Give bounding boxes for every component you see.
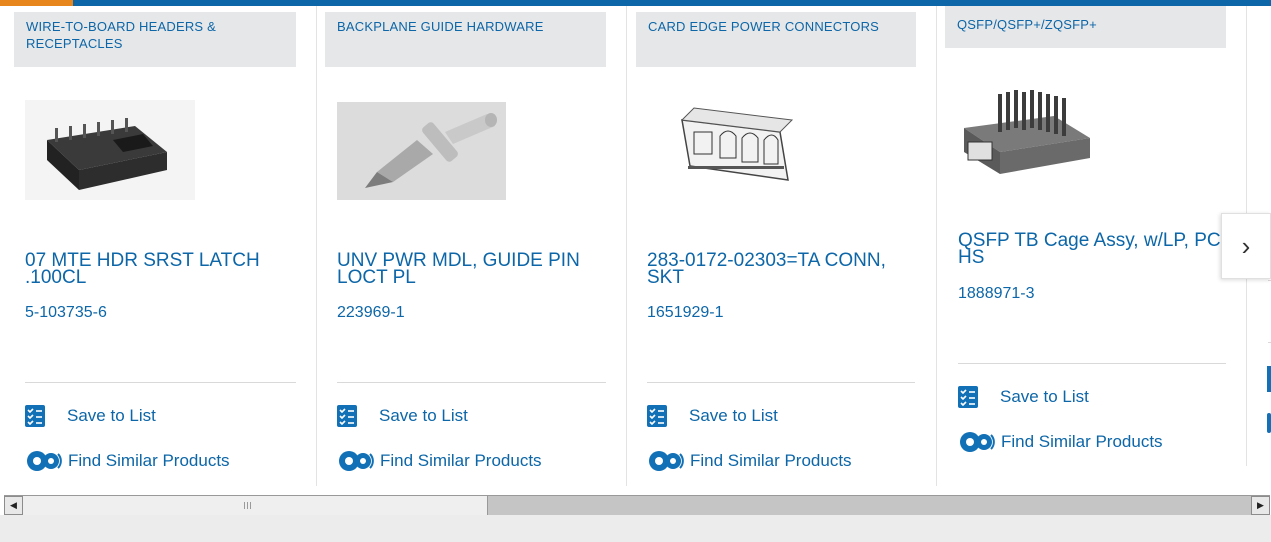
save-to-list-button[interactable]: Save to List bbox=[958, 386, 1089, 408]
product-card: CARD EDGE POWER CONNECTORS 283-0172-0230… bbox=[636, 6, 937, 486]
product-image[interactable] bbox=[670, 92, 820, 196]
save-to-list-label: Save to List bbox=[689, 406, 778, 425]
scroll-left-button[interactable]: ◀ bbox=[4, 496, 23, 515]
horizontal-scrollbar[interactable]: ◀ ▶ bbox=[4, 495, 1270, 515]
find-similar-label: Find Similar Products bbox=[380, 451, 542, 470]
product-card: WIRE-TO-BOARD HEADERS & RECEPTACLES 07 M… bbox=[14, 6, 317, 486]
find-similar-label: Find Similar Products bbox=[1001, 432, 1163, 451]
save-to-list-label: Save to List bbox=[1000, 387, 1089, 406]
part-number[interactable]: 223969-1 bbox=[337, 304, 405, 322]
gears-icon bbox=[1267, 413, 1271, 433]
save-to-list-label: Save to List bbox=[67, 406, 156, 425]
find-similar-button[interactable]: Find Similar Products bbox=[958, 429, 1163, 455]
product-title[interactable]: QSFP TB Cage Assy, w/LP, PCI HS bbox=[958, 231, 1228, 267]
find-similar-label: Find Similar Products bbox=[68, 451, 230, 470]
category-label[interactable]: WIRE-TO-BOARD HEADERS & RECEPTACLES bbox=[14, 12, 296, 67]
save-to-list-button[interactable]: Save to List bbox=[337, 405, 468, 427]
checklist-icon bbox=[25, 405, 45, 427]
divider bbox=[647, 382, 915, 383]
save-to-list-label: Save to List bbox=[379, 406, 468, 425]
product-image[interactable] bbox=[958, 86, 1096, 178]
arrow-left-icon: ◀ bbox=[10, 500, 17, 510]
divider bbox=[337, 382, 606, 383]
divider bbox=[958, 363, 1226, 364]
save-to-list-button[interactable]: Save to List bbox=[647, 405, 778, 427]
part-number[interactable]: 1651929-1 bbox=[647, 304, 724, 322]
save-to-list-button[interactable]: Save to List bbox=[25, 405, 156, 427]
product-title[interactable]: 283-0172-02303=TA CONN, SKT bbox=[647, 251, 922, 287]
product-image[interactable] bbox=[337, 102, 506, 200]
gears-icon bbox=[647, 448, 687, 474]
find-similar-button[interactable]: Find Similar Products bbox=[25, 448, 230, 474]
find-similar-label: Find Similar Products bbox=[690, 451, 852, 470]
product-card: BACKPLANE GUIDE HARDWARE UNV PWR MDL, GU… bbox=[325, 6, 627, 486]
gears-icon bbox=[337, 448, 377, 474]
product-card: QSFP/QSFP+/ZQSFP+ QSFP TB Cage Assy, w/L… bbox=[945, 6, 1247, 466]
category-label[interactable]: BACKPLANE GUIDE HARDWARE bbox=[325, 12, 606, 67]
scroll-right-button[interactable]: ▶ bbox=[1251, 496, 1270, 515]
chevron-right-icon: › bbox=[1241, 230, 1251, 261]
part-number[interactable]: 5-103735-6 bbox=[25, 304, 107, 322]
find-similar-button[interactable]: Find Similar Products bbox=[647, 448, 852, 474]
product-title[interactable]: 07 MTE HDR SRST LATCH .100CL bbox=[25, 251, 300, 287]
checklist-icon bbox=[1267, 366, 1271, 392]
part-number[interactable]: 1888971-3 bbox=[958, 285, 1035, 303]
product-image[interactable] bbox=[25, 100, 195, 200]
scrollbar-thumb[interactable] bbox=[23, 496, 488, 515]
category-label[interactable]: QSFP/QSFP+/ZQSFP+ bbox=[945, 6, 1226, 48]
checklist-icon bbox=[337, 405, 357, 427]
find-similar-button[interactable]: Find Similar Products bbox=[337, 448, 542, 474]
checklist-icon bbox=[958, 386, 978, 408]
bottom-panel bbox=[0, 515, 1271, 542]
grip-icon bbox=[244, 502, 253, 509]
divider bbox=[25, 382, 296, 383]
product-title[interactable]: UNV PWR MDL, GUIDE PIN LOCT PL bbox=[337, 251, 612, 287]
carousel-next-button[interactable]: › bbox=[1221, 213, 1271, 279]
category-label[interactable]: CARD EDGE POWER CONNECTORS bbox=[636, 12, 916, 67]
checklist-icon bbox=[647, 405, 667, 427]
gears-icon bbox=[958, 429, 998, 455]
arrow-right-icon: ▶ bbox=[1257, 500, 1264, 510]
gears-icon bbox=[25, 448, 65, 474]
